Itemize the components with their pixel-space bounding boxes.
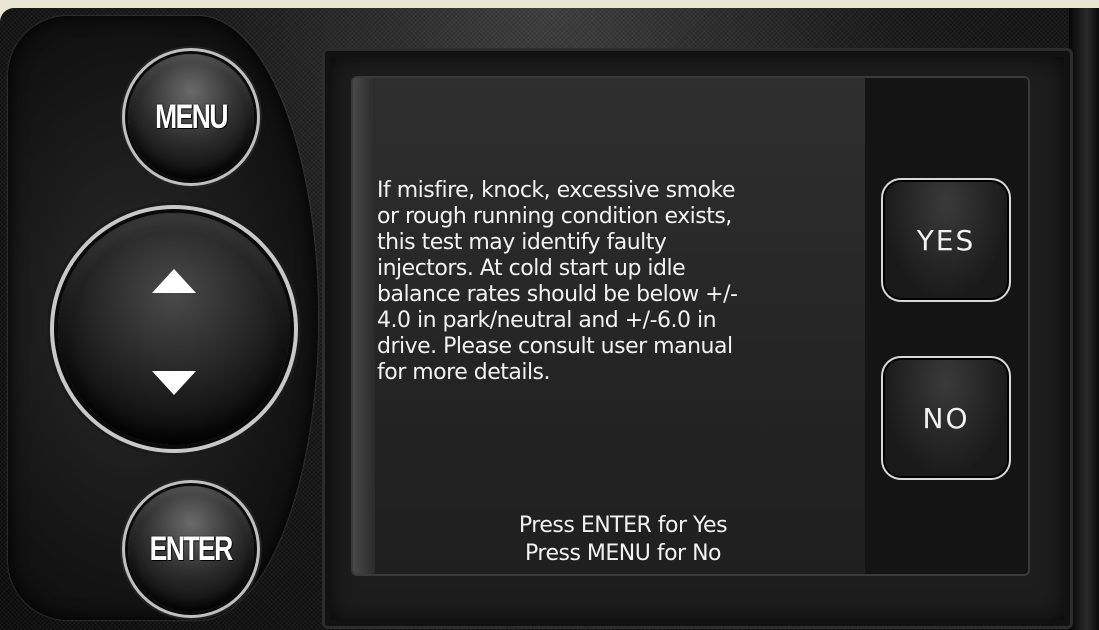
menu-button-label: MENU	[155, 97, 228, 136]
enter-button[interactable]: ENTER	[128, 486, 254, 612]
down-arrow-button[interactable]	[144, 353, 204, 413]
yes-button[interactable]: YES	[881, 178, 1011, 302]
screen-right-column	[865, 78, 1028, 574]
menu-button[interactable]: MENU	[128, 54, 254, 180]
enter-button-label: ENTER	[149, 529, 234, 568]
up-arrow-button[interactable]	[144, 251, 204, 311]
no-button[interactable]: NO	[881, 356, 1011, 480]
prompt-yes: Press ENTER for Yes	[518, 513, 728, 538]
prompt-no: Press MENU for No	[525, 541, 722, 566]
triangle-up-icon	[152, 269, 196, 293]
screen-left-edge	[353, 78, 375, 574]
display-screen: If misfire, knock, excessive smoke or ro…	[353, 78, 1028, 574]
device-right-rim	[1069, 8, 1099, 630]
prompt-text: Press ENTER for Yes Press MENU for No	[413, 512, 833, 568]
yes-button-label: YES	[916, 223, 976, 257]
info-message: If misfire, knock, excessive smoke or ro…	[377, 178, 738, 385]
no-button-label: NO	[922, 401, 970, 435]
triangle-down-icon	[152, 371, 196, 395]
dpad	[58, 213, 290, 445]
